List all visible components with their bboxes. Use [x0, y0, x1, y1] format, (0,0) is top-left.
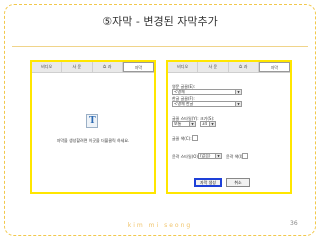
chevron-down-icon: ▼ [235, 102, 241, 106]
english-font-select[interactable]: <명체 ▼ [172, 89, 242, 95]
tab-sound[interactable]: 사 운 [198, 62, 229, 72]
korean-font-value: <명체 한글 [174, 101, 194, 106]
page-number: 36 [290, 220, 298, 227]
tab-sound[interactable]: 사 운 [62, 62, 93, 72]
outline-style-value: (없음) [200, 153, 211, 158]
slide-title: ⑤자막 - 변경된 자막추가 [102, 15, 218, 28]
cancel-button[interactable]: 취소 [226, 178, 250, 187]
tab-subtitle[interactable]: 자막 [122, 62, 154, 72]
english-font-value: <명체 [174, 89, 185, 94]
outline-style-select[interactable]: (없음) ▼ [198, 153, 222, 159]
author-name: kim mi seong [127, 222, 193, 229]
font-size-value: 34 [202, 121, 208, 126]
subtitle-panel-after: 비디오 사 운 효 과 자막 영문 글꼴(E): <명체 ▼ 한글 글꼴(F):… [166, 60, 292, 194]
panel-tabs: 비디오 사 운 효 과 자막 [168, 62, 290, 73]
font-size-select[interactable]: 34 ▼ [200, 121, 216, 127]
slide: ⑤자막 - 변경된 자막추가 비디오 사 운 효 과 자막 자막을 생성할려면 … [0, 0, 320, 240]
subtitle-panel-before: 비디오 사 운 효 과 자막 자막을 생성할려면 이곳을 더블클릭 하세요. [30, 60, 156, 194]
korean-font-select[interactable]: <명체 한글 ▼ [172, 101, 242, 107]
subtitle-hint-text: 자막을 생성할려면 이곳을 더블클릭 하세요. [56, 138, 130, 143]
title-divider [12, 46, 308, 47]
chevron-down-icon: ▼ [189, 122, 195, 126]
outline-color-swatch[interactable] [242, 153, 248, 159]
font-style-select[interactable]: 보통 ▼ [172, 121, 196, 127]
create-subtitle-button[interactable]: 자막 생성 [194, 178, 222, 187]
tab-video[interactable]: 비디오 [168, 62, 199, 72]
outline-style-label: 윤곽 스타일(O): [172, 154, 200, 159]
font-color-swatch[interactable] [192, 135, 198, 141]
font-style-value: 보통 [174, 121, 182, 126]
subtitle-doc-icon[interactable] [86, 114, 98, 128]
chevron-down-icon: ▼ [209, 122, 215, 126]
tab-effect[interactable]: 효 과 [229, 62, 259, 72]
chevron-down-icon: ▼ [235, 90, 241, 94]
tab-effect[interactable]: 효 과 [93, 62, 123, 72]
tab-subtitle[interactable]: 자막 [258, 62, 290, 72]
panel-tabs: 비디오 사 운 효 과 자막 [32, 62, 154, 73]
tab-video[interactable]: 비디오 [32, 62, 63, 72]
font-color-label: 글꼴 색(C): [172, 136, 192, 141]
chevron-down-icon: ▼ [215, 154, 221, 158]
